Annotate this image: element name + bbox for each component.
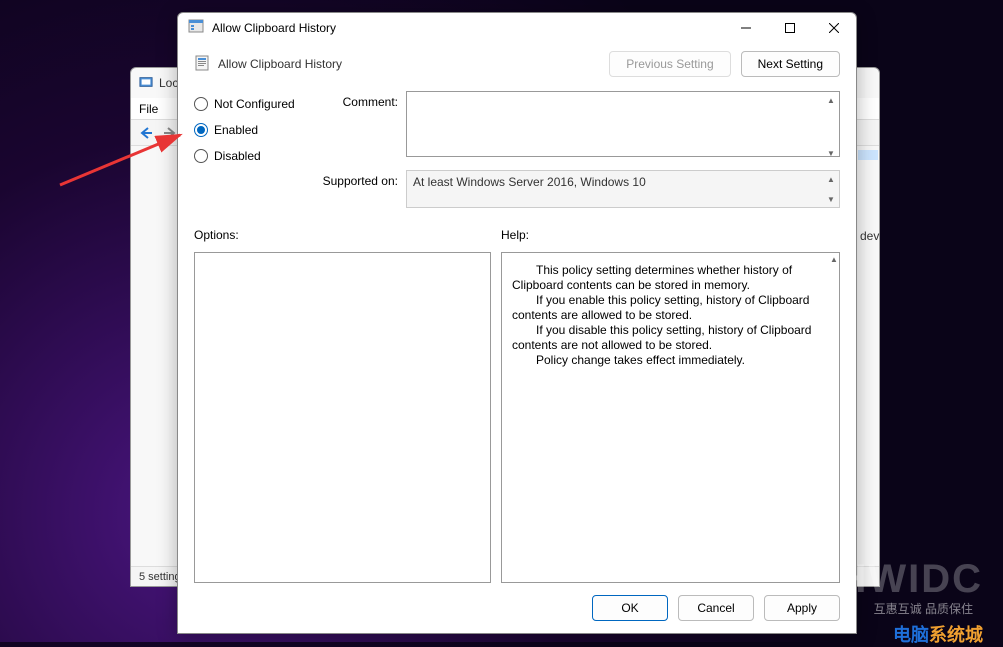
help-section: Help: ▲ This policy setting determines w… (501, 228, 840, 583)
minimize-button[interactable] (724, 13, 768, 43)
comment-label: Comment: (322, 91, 406, 162)
radio-dot-icon (194, 149, 208, 163)
dialog-title-icon (188, 18, 212, 39)
help-paragraph-1: This policy setting determines whether h… (512, 263, 829, 293)
options-label: Options: (194, 228, 491, 242)
status-text: 5 setting (139, 571, 181, 583)
policy-dialog: Allow Clipboard History Allow Clipboard … (177, 12, 857, 634)
nav-back-icon[interactable] (137, 124, 155, 142)
side-highlight (858, 150, 878, 160)
policy-nav: Previous Setting Next Setting (609, 51, 840, 77)
back-window-title: Loc (159, 76, 178, 90)
state-radio-group: Not Configured Enabled Disabled (194, 91, 322, 216)
policy-name-text: Allow Clipboard History (218, 57, 342, 71)
radio-dot-checked-icon (194, 123, 208, 137)
cancel-button[interactable]: Cancel (678, 595, 754, 621)
window-controls (724, 13, 856, 43)
scroll-up-icon: ▲ (823, 92, 839, 108)
policy-name-row: Allow Clipboard History (194, 55, 342, 74)
policy-header: Allow Clipboard History Previous Setting… (194, 51, 840, 87)
supported-scrollbar[interactable]: ▲ ▼ (823, 171, 839, 207)
help-paragraph-4: Policy change takes effect immediately. (512, 353, 829, 368)
radio-dot-icon (194, 97, 208, 111)
options-section: Options: (194, 228, 491, 583)
watermark-brand-a: 电脑 (893, 625, 929, 645)
policy-icon (194, 55, 210, 74)
dialog-body: Allow Clipboard History Previous Setting… (178, 43, 856, 633)
scroll-up-icon: ▲ (823, 171, 839, 187)
sections-row: Options: Help: ▲ This policy setting det… (194, 228, 840, 583)
previous-setting-button[interactable]: Previous Setting (609, 51, 730, 77)
help-box: This policy setting determines whether h… (501, 252, 840, 583)
help-paragraph-2: If you enable this policy setting, histo… (512, 293, 829, 323)
menu-file[interactable]: File (139, 102, 158, 116)
close-button[interactable] (812, 13, 856, 43)
radio-not-configured[interactable]: Not Configured (194, 97, 322, 111)
scroll-down-icon: ▼ (823, 191, 839, 207)
scroll-up-icon[interactable]: ▲ (827, 252, 841, 266)
watermark-big: HWIDC (837, 557, 983, 602)
watermark-brand: 电脑系统城 (893, 621, 983, 647)
next-setting-button[interactable]: Next Setting (741, 51, 840, 77)
apply-button[interactable]: Apply (764, 595, 840, 621)
watermark-brand-b: 系统城 (929, 625, 983, 645)
supported-label: Supported on: (322, 170, 406, 208)
comment-row: Comment: ▲ ▼ (322, 91, 840, 162)
side-peek-text: dev (860, 229, 879, 243)
fields-column: Comment: ▲ ▼ Supported on: At least Wind… (322, 91, 840, 216)
help-paragraph-3: If you disable this policy setting, hist… (512, 323, 829, 353)
radio-not-configured-label: Not Configured (214, 97, 295, 111)
supported-value: At least Windows Server 2016, Windows 10 (406, 170, 840, 208)
help-label: Help: (501, 228, 840, 242)
maximize-button[interactable] (768, 13, 812, 43)
radio-enabled-label: Enabled (214, 123, 258, 137)
comment-scrollbar[interactable]: ▲ ▼ (823, 92, 839, 161)
radio-disabled[interactable]: Disabled (194, 149, 322, 163)
dialog-titlebar[interactable]: Allow Clipboard History (178, 13, 856, 43)
watermark-tagline: 互惠互诚 品质保住 (874, 600, 973, 617)
dialog-title: Allow Clipboard History (212, 21, 724, 35)
dialog-button-row: OK Cancel Apply (194, 583, 840, 633)
radio-enabled[interactable]: Enabled (194, 123, 322, 137)
ok-button[interactable]: OK (592, 595, 668, 621)
back-window-icon (139, 75, 159, 92)
scroll-down-icon: ▼ (823, 145, 839, 161)
comment-input[interactable] (406, 91, 840, 157)
supported-row: Supported on: At least Windows Server 20… (322, 170, 840, 208)
config-row: Not Configured Enabled Disabled Comment: (194, 87, 840, 220)
options-box (194, 252, 491, 583)
radio-disabled-label: Disabled (214, 149, 261, 163)
